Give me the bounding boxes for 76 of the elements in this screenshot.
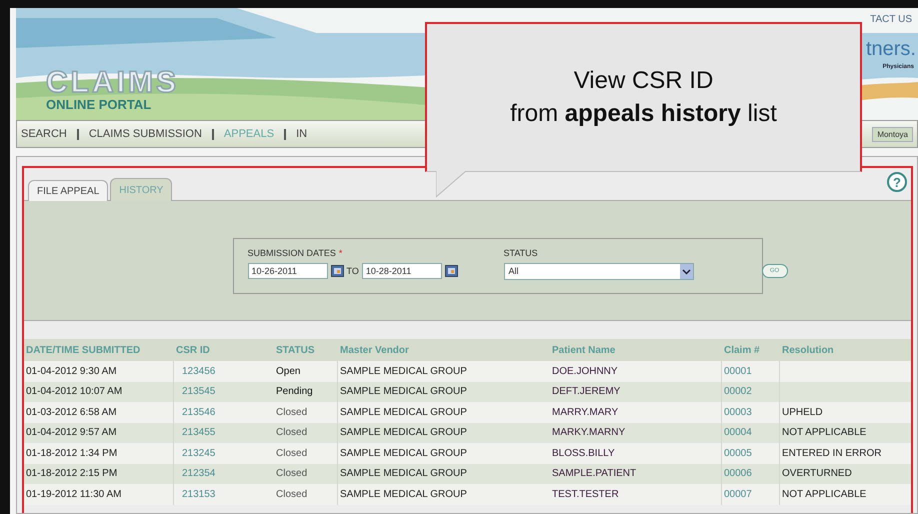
help-button[interactable]: ?: [887, 172, 907, 192]
table-cell: 01-18-2012 1:34 PM: [26, 448, 118, 459]
tab[interactable]: FILE APPEAL: [28, 180, 108, 201]
table-cell: NOT APPLICABLE: [782, 488, 866, 500]
calendar-icon[interactable]: [330, 265, 344, 277]
table-cell: NOT APPLICABLE: [782, 427, 866, 438]
table-cell[interactable]: 213153: [182, 488, 216, 500]
table-cell: SAMPLE MEDICAL GROUP: [340, 406, 467, 418]
tab[interactable]: HISTORY: [110, 178, 172, 201]
table-cell: SAMPLE MEDICAL GROUP: [340, 468, 467, 480]
partner-logo: tners.: [866, 38, 916, 61]
logo-subtitle: ONLINE PORTAL: [46, 98, 152, 112]
table-cell: 01-03-2012 6:58 AM: [26, 406, 117, 418]
table-cell: BLOSS.BILLY: [552, 448, 615, 459]
table-cell: MARKY.MARNY: [552, 427, 626, 438]
table-cell[interactable]: 213455: [182, 427, 216, 438]
table-cell: Pending: [276, 386, 313, 398]
table-cell: 01-19-2012 11:30 AM: [26, 488, 122, 500]
table-cell: SAMPLE MEDICAL GROUP: [340, 366, 467, 377]
contact-link[interactable]: TACT US: [870, 14, 912, 25]
column-header: Claim #: [723, 344, 761, 356]
callout-text: View CSR ID: [574, 66, 714, 96]
table-cell: Open: [276, 366, 300, 377]
table-cell: TEST.TESTER: [552, 488, 619, 500]
table-cell: Closed: [276, 406, 308, 418]
table-cell: 01-04-2012 9:30 AM: [26, 366, 117, 377]
table-cell[interactable]: 212354: [182, 468, 216, 480]
table-cell: SAMPLE MEDICAL GROUP: [340, 427, 467, 438]
table-cell: 00002: [724, 386, 752, 398]
table-cell: 00005: [724, 448, 752, 459]
table-cell: 00001: [724, 366, 752, 377]
column-header: Master Vendor: [339, 344, 410, 356]
nav-link[interactable]: IN: [296, 128, 308, 140]
table-cell: UPHELD: [782, 406, 823, 418]
table-cell: 01-04-2012 9:57 AM: [26, 427, 117, 438]
column-header: CSR ID: [175, 344, 211, 356]
table-cell: OVERTURNED: [782, 468, 852, 480]
table-cell: DOE.JOHNNY: [552, 366, 618, 377]
user-name: Montoya: [872, 127, 913, 142]
table-cell: Closed: [276, 468, 308, 480]
table-cell[interactable]: 123456: [182, 366, 216, 377]
table-cell: 00003: [724, 406, 752, 418]
table-cell: 01-18-2012 2:15 PM: [26, 468, 118, 480]
table-cell: 00006: [724, 468, 752, 480]
date-field[interactable]: 10-26-2011: [248, 263, 328, 279]
nav-link[interactable]: CLAIMS SUBMISSION: [88, 128, 202, 140]
column-header: Resolution: [781, 344, 835, 356]
to-label: TO: [346, 266, 359, 276]
table-cell: Closed: [276, 448, 308, 459]
table-cell: Closed: [276, 427, 308, 438]
table-cell: MARRY.MARY: [552, 406, 618, 418]
table-cell: ENTERED IN ERROR: [782, 448, 882, 459]
field-label: STATUS: [504, 248, 539, 258]
date-field[interactable]: 10-28-2011: [362, 263, 442, 279]
table-cell: Closed: [276, 488, 308, 500]
table-cell: SAMPLE MEDICAL GROUP: [340, 488, 467, 500]
table-cell[interactable]: 213546: [182, 406, 216, 418]
table-cell[interactable]: 213545: [182, 386, 216, 398]
field-label: SUBMISSION DATES: [248, 248, 336, 258]
column-header: DATE/TIME SUBMITTED: [25, 344, 142, 356]
table-cell: SAMPLE MEDICAL GROUP: [340, 386, 467, 398]
table-cell: 00004: [724, 427, 752, 438]
callout-text: from appeals history list: [510, 98, 777, 128]
table-cell: DEFT.JEREMY: [552, 386, 620, 398]
status-dropdown[interactable]: All: [504, 262, 694, 280]
column-header: Patient Name: [551, 344, 616, 356]
nav-link[interactable]: SEARCH: [21, 128, 67, 140]
table-cell: 01-04-2012 10:07 AM: [26, 386, 122, 398]
nav-link[interactable]: APPEALS: [224, 128, 274, 140]
calendar-icon[interactable]: [444, 265, 458, 277]
table-cell: SAMPLE MEDICAL GROUP: [340, 448, 467, 459]
table-cell: SAMPLE.PATIENT: [552, 468, 636, 480]
column-header: STATUS: [275, 344, 316, 356]
table-cell: 00007: [724, 488, 752, 500]
table-cell[interactable]: 213245: [182, 448, 216, 459]
required-mark: *: [338, 248, 342, 258]
